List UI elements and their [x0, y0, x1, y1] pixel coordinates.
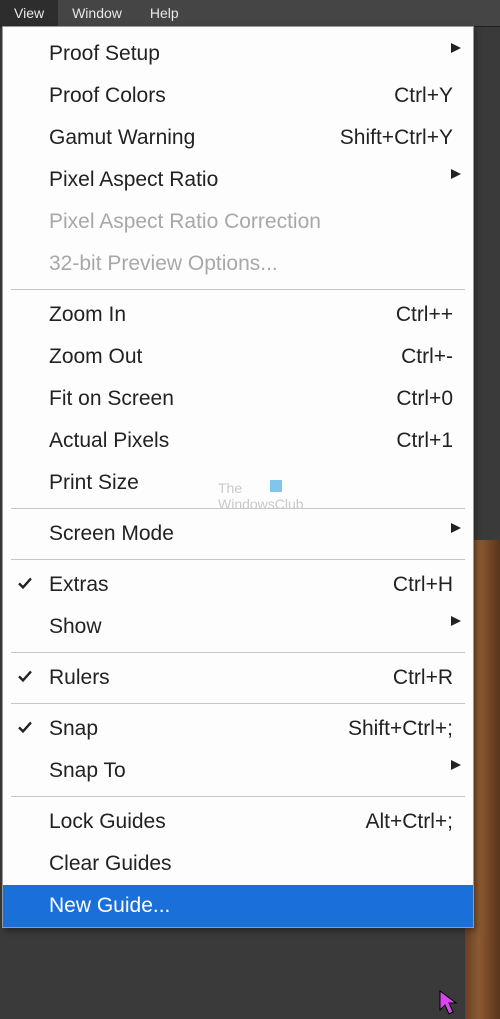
menu-item-lock-guides[interactable]: Lock Guides Alt+Ctrl+; [3, 801, 473, 843]
menu-help-label: Help [150, 5, 179, 21]
menu-item-shortcut: Ctrl++ [384, 303, 453, 327]
menu-separator [11, 796, 465, 797]
menu-separator [11, 703, 465, 704]
menu-item-shortcut: Ctrl+1 [384, 429, 453, 453]
view-menu-dropdown: Proof Setup Proof Colors Ctrl+Y Gamut Wa… [2, 26, 474, 928]
menu-item-label: New Guide... [49, 894, 453, 918]
menu-item-label: Proof Setup [49, 42, 453, 66]
menu-window[interactable]: Window [58, 0, 136, 26]
menu-item-clear-guides[interactable]: Clear Guides [3, 843, 473, 885]
menu-item-proof-setup[interactable]: Proof Setup [3, 33, 473, 75]
menu-item-label: Snap To [49, 759, 453, 783]
submenu-arrow-icon [451, 616, 461, 626]
menu-item-new-guide[interactable]: New Guide... [3, 885, 473, 927]
menu-bar: View Window Help [0, 0, 500, 27]
menu-item-show[interactable]: Show [3, 606, 473, 648]
menu-item-label: Gamut Warning [49, 126, 328, 150]
menu-item-print-size[interactable]: Print Size [3, 462, 473, 504]
menu-item-extras[interactable]: Extras Ctrl+H [3, 564, 473, 606]
menu-item-label: 32-bit Preview Options... [49, 252, 453, 276]
menu-separator [11, 289, 465, 290]
menu-item-label: Fit on Screen [49, 387, 384, 411]
check-icon [17, 719, 33, 735]
menu-item-label: Pixel Aspect Ratio Correction [49, 210, 453, 234]
menu-separator [11, 559, 465, 560]
menu-item-shortcut: Ctrl+0 [384, 387, 453, 411]
menu-view-label: View [14, 5, 44, 21]
menu-view[interactable]: View [0, 0, 58, 26]
menu-item-actual-pixels[interactable]: Actual Pixels Ctrl+1 [3, 420, 473, 462]
menu-item-label: Clear Guides [49, 852, 453, 876]
menu-item-label: Screen Mode [49, 522, 453, 546]
menu-item-shortcut: Shift+Ctrl+; [336, 717, 453, 741]
submenu-arrow-icon [451, 43, 461, 53]
menu-separator [11, 652, 465, 653]
check-icon [17, 575, 33, 591]
menu-item-label: Print Size [49, 471, 453, 495]
menu-help[interactable]: Help [136, 0, 193, 26]
submenu-arrow-icon [451, 760, 461, 770]
menu-item-label: Actual Pixels [49, 429, 384, 453]
menu-item-gamut-warning[interactable]: Gamut Warning Shift+Ctrl+Y [3, 117, 473, 159]
menu-item-shortcut: Alt+Ctrl+; [353, 810, 453, 834]
menu-separator [11, 508, 465, 509]
menu-item-fit-on-screen[interactable]: Fit on Screen Ctrl+0 [3, 378, 473, 420]
menu-item-rulers[interactable]: Rulers Ctrl+R [3, 657, 473, 699]
menu-item-label: Show [49, 615, 453, 639]
menu-item-label: Pixel Aspect Ratio [49, 168, 453, 192]
menu-item-shortcut: Ctrl+Y [382, 84, 453, 108]
menu-item-shortcut: Shift+Ctrl+Y [328, 126, 453, 150]
menu-item-proof-colors[interactable]: Proof Colors Ctrl+Y [3, 75, 473, 117]
submenu-arrow-icon [451, 169, 461, 179]
menu-item-pixel-aspect-correction: Pixel Aspect Ratio Correction [3, 201, 473, 243]
menu-item-label: Snap [49, 717, 336, 741]
menu-item-zoom-in[interactable]: Zoom In Ctrl++ [3, 294, 473, 336]
menu-item-label: Proof Colors [49, 84, 382, 108]
menu-item-zoom-out[interactable]: Zoom Out Ctrl+- [3, 336, 473, 378]
menu-item-snap[interactable]: Snap Shift+Ctrl+; [3, 708, 473, 750]
menu-window-label: Window [72, 5, 122, 21]
menu-item-32bit-preview-options: 32-bit Preview Options... [3, 243, 473, 285]
menu-item-shortcut: Ctrl+H [381, 573, 453, 597]
check-icon [17, 668, 33, 684]
menu-item-label: Rulers [49, 666, 381, 690]
menu-item-screen-mode[interactable]: Screen Mode [3, 513, 473, 555]
submenu-arrow-icon [451, 523, 461, 533]
menu-item-label: Zoom In [49, 303, 384, 327]
menu-item-snap-to[interactable]: Snap To [3, 750, 473, 792]
menu-item-shortcut: Ctrl+R [381, 666, 453, 690]
menu-item-pixel-aspect-ratio[interactable]: Pixel Aspect Ratio [3, 159, 473, 201]
menu-item-shortcut: Ctrl+- [389, 345, 453, 369]
menu-item-label: Extras [49, 573, 381, 597]
menu-item-label: Lock Guides [49, 810, 353, 834]
menu-item-label: Zoom Out [49, 345, 389, 369]
